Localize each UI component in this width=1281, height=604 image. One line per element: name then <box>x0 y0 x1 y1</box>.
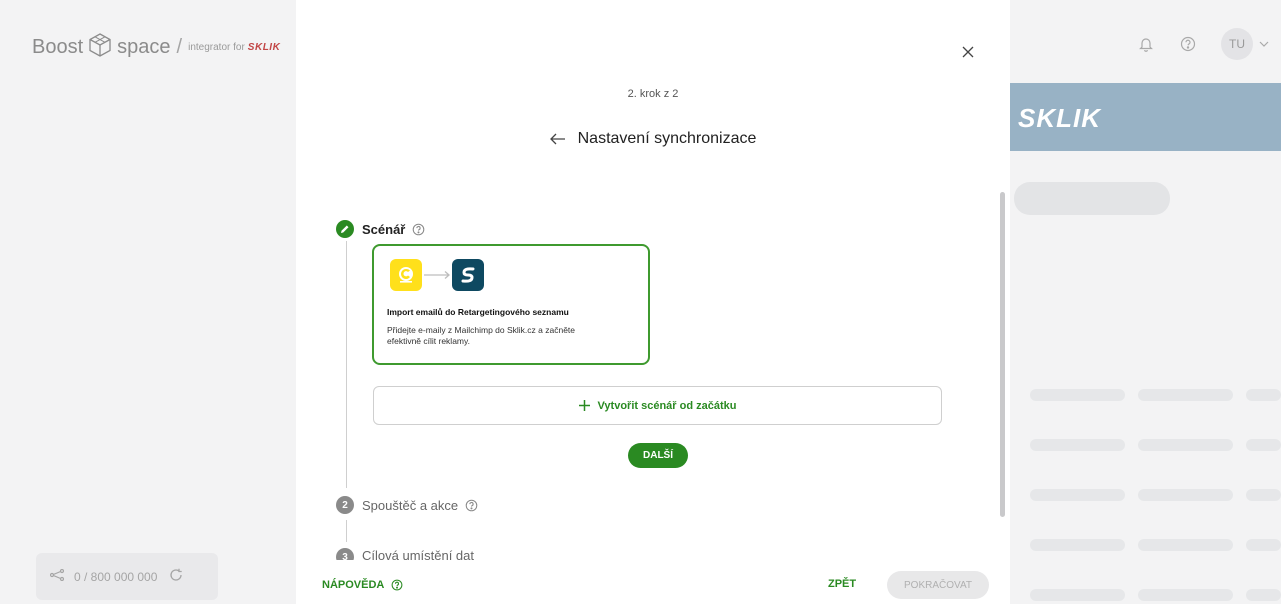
partner-banner: SKLIK <box>1010 83 1281 151</box>
sync-setup-modal: 2. krok z 2 Nastavení synchronizace Scén… <box>296 0 1010 604</box>
step-number: 2 <box>336 496 354 514</box>
sidebar: Boost space / integrator for SKLIK 0 / 8… <box>0 0 296 604</box>
create-scenario-label: Vytvořit scénář od začátku <box>597 399 737 412</box>
help-icon[interactable] <box>1179 35 1197 53</box>
skeleton-row <box>1138 539 1233 551</box>
operations-value: 0 / 800 000 000 <box>74 569 158 584</box>
skeleton-row <box>1246 439 1281 451</box>
create-scenario-button[interactable]: Vytvořit scénář od začátku <box>373 386 942 425</box>
help-link[interactable]: NÁPOVĚDA <box>322 578 404 592</box>
background-app: TU SKLIK <box>1010 0 1281 604</box>
arrow-right-icon <box>422 270 452 280</box>
back-arrow-icon[interactable] <box>549 133 566 145</box>
scrollbar[interactable] <box>1000 192 1005 517</box>
skeleton-placeholder <box>1014 182 1170 215</box>
brand-name-space: space <box>117 35 171 58</box>
step-label: Spouštěč a akce <box>362 497 459 513</box>
chevron-down-icon[interactable] <box>1259 38 1269 50</box>
help-icon[interactable] <box>464 498 478 512</box>
header-toolbar: TU <box>1137 28 1281 60</box>
brand-name-boost: Boost <box>32 35 84 58</box>
skeleton-row <box>1138 589 1233 601</box>
operations-icon <box>49 568 65 584</box>
step-label: Scénář <box>362 221 406 237</box>
scenario-title: Import emailů do Retargetingového seznam… <box>387 307 569 317</box>
skeleton-row <box>1030 389 1125 401</box>
operations-counter: 0 / 800 000 000 <box>36 553 218 600</box>
skeleton-row <box>1030 489 1125 501</box>
step-data-destinations: 3 Cílová umístění dat <box>336 548 474 560</box>
bell-icon[interactable] <box>1137 35 1155 53</box>
step-trigger-actions: 2 Spouštěč a akce <box>336 496 478 514</box>
stepper-connector <box>346 520 347 542</box>
help-icon <box>390 578 404 592</box>
close-icon <box>962 46 974 58</box>
help-icon[interactable] <box>411 222 425 236</box>
next-button[interactable]: DALŠÍ <box>628 443 688 468</box>
skeleton-row <box>1030 589 1125 601</box>
pencil-icon <box>336 220 354 238</box>
skeleton-row <box>1138 389 1233 401</box>
skeleton-row <box>1246 539 1281 551</box>
back-button[interactable]: ZPĚT <box>828 578 856 590</box>
sklik-logo-icon <box>452 259 484 291</box>
avatar[interactable]: TU <box>1221 28 1253 60</box>
mailchimp-logo-icon <box>390 259 422 291</box>
step-number: 3 <box>336 548 354 560</box>
skeleton-row <box>1246 589 1281 601</box>
scenario-card[interactable]: Import emailů do Retargetingového seznam… <box>372 244 650 365</box>
cube-logo-icon <box>87 32 113 63</box>
skeleton-row <box>1030 539 1125 551</box>
refresh-icon[interactable] <box>169 568 183 586</box>
app-flow <box>390 259 484 291</box>
skeleton-row <box>1246 389 1281 401</box>
modal-header: Nastavení synchronizace <box>296 130 1010 148</box>
continue-button[interactable]: POKRAČOVAT <box>887 571 989 599</box>
step-indicator: 2. krok z 2 <box>627 88 679 100</box>
modal-footer: NÁPOVĚDA ZPĚT POKRAČOVAT <box>296 560 1010 604</box>
help-link-label: NÁPOVĚDA <box>322 579 385 591</box>
skeleton-row <box>1138 439 1233 451</box>
step-label: Cílová umístění dat <box>362 548 474 560</box>
skeleton-row <box>1138 489 1233 501</box>
banner-logo-text: SKLIK <box>1018 103 1101 133</box>
stepper-connector <box>346 241 347 488</box>
plus-icon <box>578 397 590 414</box>
skeleton-row <box>1030 439 1125 451</box>
partner-logo-text: SKLIK <box>247 41 281 53</box>
modal-title: Nastavení synchronizace <box>577 130 757 147</box>
brand-slash: / <box>176 35 183 58</box>
close-button[interactable] <box>958 42 978 62</box>
integrator-label: integrator for <box>188 41 245 53</box>
brand-logo[interactable]: Boost space / integrator for SKLIK <box>32 32 280 62</box>
scenario-description: Přidejte e-maily z Mailchimp do Sklik.cz… <box>387 325 576 346</box>
step-scenario: Scénář <box>336 220 425 238</box>
skeleton-row <box>1246 489 1281 501</box>
